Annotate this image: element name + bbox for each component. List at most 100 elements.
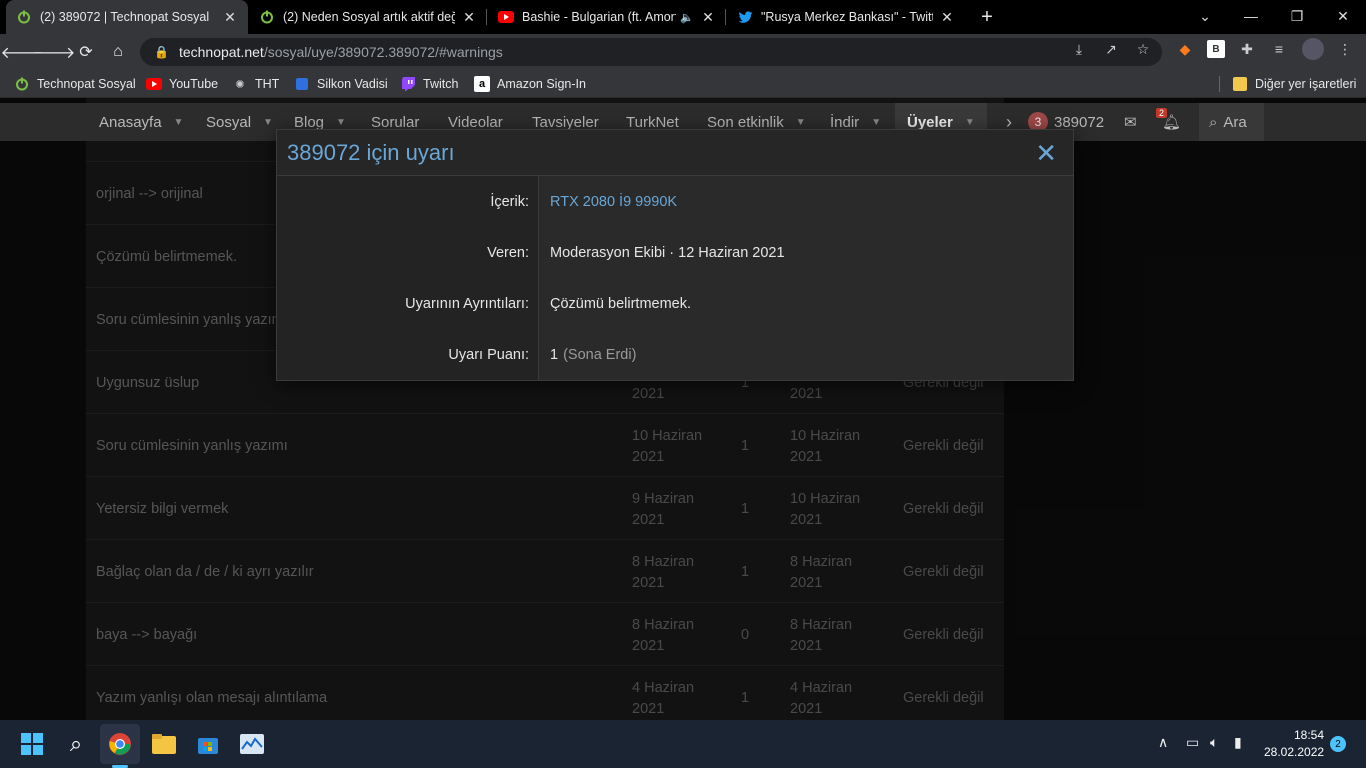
extension-brave-icon[interactable]: ◆ [1176,40,1194,58]
points-row: Uyarı Puanı: 1 (Sona Erdi) [277,329,1073,380]
dialog-header: 389072 için uyarı ✕ [277,130,1073,176]
warning-dialog: 389072 için uyarı ✕ İçerik: RTX 2080 İ9 … [276,129,1074,381]
extension-b-icon[interactable]: B [1207,40,1225,58]
giver-row: Veren: Moderasyon Ekibi · 12 Haziran 202… [277,227,1073,278]
bookmark-label: Technopat Sosyal [37,77,136,91]
windows-taskbar: ⌕ ∧ ▭ 🔈︎ ▮ 18:54 28.02.2022 2 [0,720,1366,768]
avatar[interactable] [1302,38,1324,60]
tab-technopat-profile[interactable]: (2) 389072 | Technopat Sosyal ✕ [6,0,248,34]
caret-down-icon[interactable]: ▼ [263,117,273,128]
folder-icon [1232,76,1248,92]
alert-count-badge: 2 [1156,108,1168,118]
twitter-bird-icon [737,9,753,25]
details-row: Uyarının Ayrıntıları: Çözümü belirtmemek… [277,278,1073,329]
bookmark-youtube[interactable]: YouTube [146,75,218,93]
bookmark-silkon-vadisi[interactable]: Silkon Vadisi [294,75,388,93]
caret-down-icon[interactable]: ▼ [871,117,881,128]
content-label: İçerik: [490,193,529,210]
youtube-icon [146,76,162,92]
content-link[interactable]: RTX 2080 İ9 9990K [550,194,677,210]
tab-strip: (2) 389072 | Technopat Sosyal ✕ (2) Nede… [0,0,1366,34]
menu-kebab-icon[interactable]: ⋮ [1336,40,1354,58]
caret-down-icon[interactable]: ▼ [174,117,184,128]
search-icon[interactable]: ⌕ [56,724,96,764]
points-status: (Sona Erdi) [563,346,637,363]
close-tab-icon[interactable]: ✕ [939,9,955,25]
close-icon[interactable]: ✕ [1035,138,1057,169]
bookmark-technopat[interactable]: Technopat Sosyal [14,75,136,93]
tab-title: (2) Neden Sosyal artık aktif değil? [283,10,455,24]
share-icon[interactable]: ↗ [1102,40,1120,58]
silkon-icon [294,76,310,92]
username: 389072 [1054,113,1105,131]
task-manager-icon[interactable] [232,724,272,764]
giver-value: Moderasyon Ekibi · 12 Haziran 2021 [550,244,785,261]
file-explorer-icon[interactable] [144,724,184,764]
bookmark-amazon[interactable]: a Amazon Sign-In [474,75,586,93]
speaker-icon[interactable]: 🔈 [680,11,694,24]
chrome-icon[interactable] [100,724,140,764]
bell-icon[interactable]: 🔔︎ 2 [1156,103,1181,141]
other-bookmarks-label: Diğer yer işaretleri [1255,77,1357,91]
url-path: /sosyal/uye/389072.389072/#warnings [263,44,503,60]
caret-down-icon[interactable]: ▼ [965,117,975,128]
points-value: 1 [550,346,559,363]
address-bar[interactable]: 🔒 technopat.net/sosyal/uye/389072.389072… [140,38,1162,66]
twitch-icon [400,76,416,92]
amazon-icon: a [474,76,490,92]
envelope-icon[interactable]: ✉ [1124,103,1137,141]
battery-icon[interactable]: ▮ [1234,734,1242,751]
forward-arrow-icon[interactable]: 🡒 [33,38,76,66]
puzzle-icon[interactable]: ✚ [1238,40,1256,58]
tab-title: (2) 389072 | Technopat Sosyal [40,10,210,24]
notification-badge[interactable]: 2 [1330,736,1346,752]
bookmark-twitch[interactable]: Twitch [400,75,458,93]
tab-twitter[interactable]: "Rusya Merkez Bankası" - Twitter ✕ [727,0,965,34]
install-icon[interactable]: ⤓ [1070,40,1088,58]
windows-start-icon[interactable] [12,724,52,764]
dialog-title: 389072 için uyarı [287,140,455,165]
caret-down-icon[interactable]: ▼ [336,117,346,128]
giver-label: Veren: [487,244,529,261]
tab-search-icon[interactable]: ⌄ [1182,0,1228,32]
technopat-power-icon [14,76,30,92]
new-tab-button[interactable]: + [972,0,1002,34]
youtube-icon [498,9,514,25]
chevron-up-icon[interactable]: ∧ [1158,734,1168,751]
media-control-icon[interactable]: ≡ [1270,40,1288,58]
close-tab-icon[interactable]: ✕ [461,9,477,25]
reload-icon[interactable]: ⟳ [72,38,100,66]
details-label: Uyarının Ayrıntıları: [405,295,529,312]
clock-time[interactable]: 18:54 [1294,728,1324,742]
network-icon[interactable]: ▭ [1186,734,1199,751]
tab-youtube-bashie[interactable]: Bashie - Bulgarian (ft. Amorf) 🔈 ✕ [488,0,726,34]
bookmarks-bar: Technopat Sosyal YouTube ✺ THT Silkon Va… [0,70,1366,98]
browser-toolbar: 🡐 🡒 ⟳ ⌂ 🔒 technopat.net/sosyal/uye/38907… [0,34,1366,70]
bookmark-label: YouTube [169,77,219,91]
close-tab-icon[interactable]: ✕ [222,9,238,25]
ms-store-icon[interactable] [188,724,228,764]
home-icon[interactable]: ⌂ [104,38,132,66]
lock-icon[interactable]: 🔒 [154,45,169,59]
close-window-icon[interactable]: ✕ [1320,0,1366,32]
nav-anasayfa[interactable]: Anasayfa ▼ [99,103,183,141]
technopat-power-icon [16,9,32,25]
bookmark-label: Amazon Sign-In [497,77,586,91]
other-bookmarks-folder[interactable]: Diğer yer işaretleri [1232,75,1356,93]
nav-sosyal[interactable]: Sosyal ▼ [206,103,273,141]
tab-neden-sosyal[interactable]: (2) Neden Sosyal artık aktif değil? ✕ [249,0,487,34]
url-host: technopat.net [178,44,264,60]
close-tab-icon[interactable]: ✕ [700,9,716,25]
caret-down-icon[interactable]: ▼ [796,117,806,128]
clock-date[interactable]: 28.02.2022 [1264,745,1324,759]
technopat-power-icon [259,9,275,25]
bookmark-label: Silkon Vadisi [317,77,388,91]
volume-icon[interactable]: 🔈︎ [1210,734,1218,751]
restore-icon[interactable]: ❐ [1274,0,1320,32]
bookmark-label: Twitch [423,77,459,91]
bookmark-tht[interactable]: ✺ THT [232,75,279,93]
minimize-icon[interactable]: — [1228,0,1274,32]
tab-title: "Rusya Merkez Bankası" - Twitter [761,10,933,24]
search-button[interactable]: ⌕ Ara [1199,103,1264,141]
bookmark-star-icon[interactable]: ☆ [1134,40,1152,58]
